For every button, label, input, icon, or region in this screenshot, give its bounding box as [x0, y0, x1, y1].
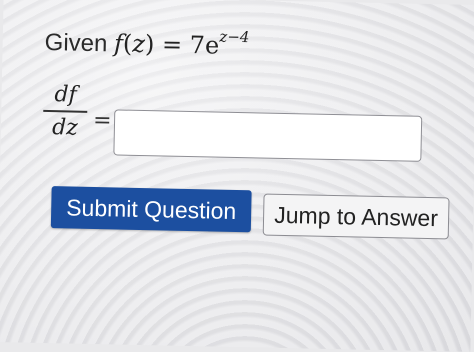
submit-question-button[interactable]: Submit Question [50, 186, 252, 233]
derivative-denominator: dz [51, 115, 79, 141]
question-screen: Given f(z) = 7ez−4 df dz = Submit Questi… [0, 0, 474, 352]
derivative-numerator: df [54, 82, 77, 108]
answer-input[interactable] [113, 109, 423, 162]
expression-exponent: z−4 [219, 27, 250, 47]
function-argument: z [132, 29, 146, 59]
jump-to-answer-button[interactable]: Jump to Answer [262, 193, 450, 240]
function-name: f [113, 29, 124, 58]
expression-equals: = [161, 30, 183, 59]
derivative-equals: = [92, 107, 112, 134]
given-label: Given [44, 28, 108, 58]
function-expression: f(z) = 7ez−4 [113, 27, 250, 60]
expression-coefficient: 7e [189, 30, 220, 60]
derivative-fraction: df dz [43, 82, 88, 142]
question-statement: Given f(z) = 7ez−4 [44, 18, 249, 62]
fraction-bar [43, 109, 88, 113]
